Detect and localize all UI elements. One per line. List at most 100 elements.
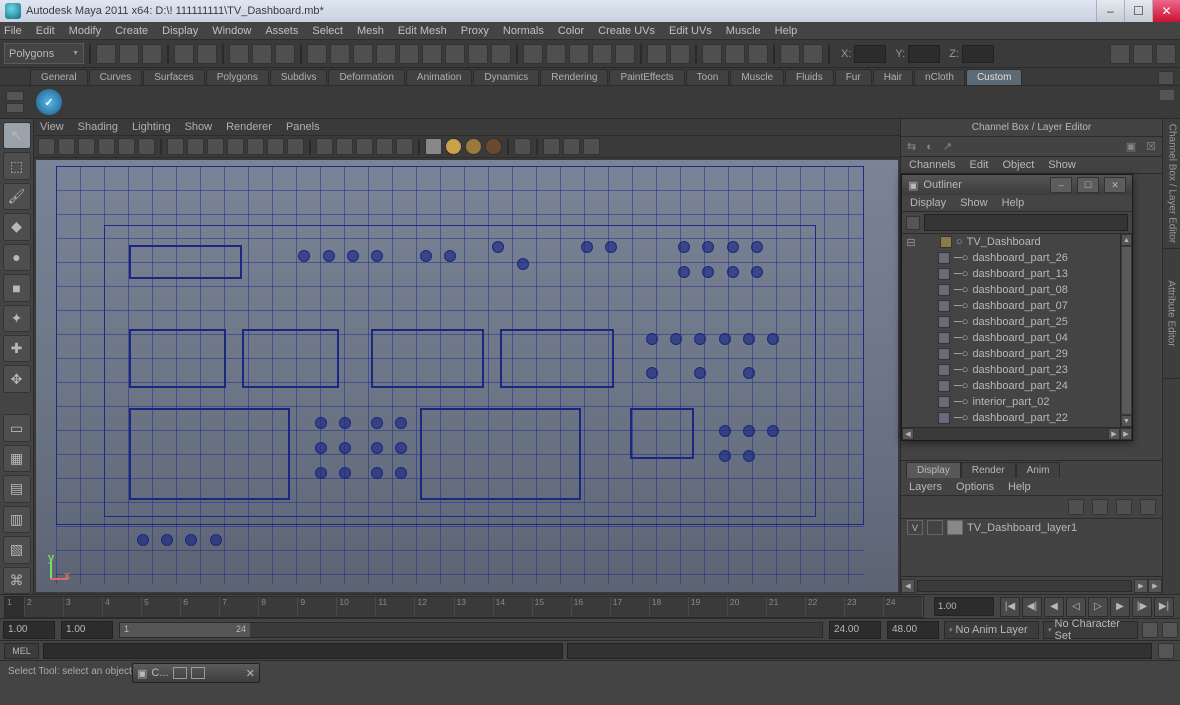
layout-outliner-icon[interactable]: [1110, 44, 1130, 64]
snap-plane-icon[interactable]: [592, 44, 612, 64]
shelf-tab-fur[interactable]: Fur: [835, 69, 872, 85]
play-start-field[interactable]: 1.00: [61, 621, 113, 639]
select-tool-icon[interactable]: ↖: [3, 122, 31, 149]
viewport-3d[interactable]: y x: [36, 160, 898, 592]
outliner-item[interactable]: ─○dashboard_part_13: [902, 266, 1132, 282]
scroll-track[interactable]: [914, 428, 1108, 440]
render-settings-icon[interactable]: [748, 44, 768, 64]
cb-close-icon[interactable]: ☒: [1146, 140, 1156, 153]
history-off-icon[interactable]: [670, 44, 690, 64]
shelf-trash-icon[interactable]: [1158, 71, 1174, 85]
play-back-button[interactable]: ◁: [1066, 597, 1086, 617]
layer-color-swatch[interactable]: [947, 520, 963, 535]
mask-handle-icon[interactable]: [307, 44, 327, 64]
view-safe-action-icon[interactable]: [267, 138, 284, 155]
mask-dynamic-icon[interactable]: [422, 44, 442, 64]
outliner-item[interactable]: ─○dashboard_part_26: [902, 250, 1132, 266]
outliner-item[interactable]: ─○dashboard_part_24: [902, 378, 1132, 394]
range-slider[interactable]: 1 24: [119, 622, 823, 638]
sel-hierarchy-icon[interactable]: [229, 44, 249, 64]
render-frame-icon[interactable]: [702, 44, 722, 64]
menu-normals[interactable]: Normals: [503, 25, 544, 37]
anim-prefs-icon[interactable]: [1162, 622, 1178, 638]
cb-menu-channels[interactable]: Channels: [909, 159, 955, 171]
layer-scroll-right-icon[interactable]: ▶: [1148, 579, 1162, 593]
move-tool-icon[interactable]: ◆: [3, 213, 31, 240]
layer-item[interactable]: V TV_Dashboard_layer1: [901, 518, 1162, 536]
shelf-tab-deformation[interactable]: Deformation: [328, 69, 404, 85]
outliner-item[interactable]: ─○dashboard_part_08: [902, 282, 1132, 298]
menu-create[interactable]: Create: [115, 25, 148, 37]
outliner-search-input[interactable]: [924, 214, 1128, 231]
scroll-down-icon[interactable]: ▼: [1121, 415, 1132, 427]
outliner-item[interactable]: ─○dashboard_part_07: [902, 298, 1132, 314]
layer-menu-layers[interactable]: Layers: [909, 481, 942, 493]
show-manip-tool-icon[interactable]: ✥: [3, 365, 31, 392]
play-total-field[interactable]: 48.00: [887, 621, 939, 639]
layout-four-icon[interactable]: [1156, 44, 1176, 64]
cb-arrange-icon[interactable]: ⇆: [907, 140, 916, 153]
shelf-toggle[interactable]: [6, 91, 28, 113]
ipr-render-icon[interactable]: [725, 44, 745, 64]
outliner-titlebar[interactable]: ▣ Outliner – ☐ ✕: [902, 175, 1132, 195]
shelf-tab-muscle[interactable]: Muscle: [730, 69, 784, 85]
x-input[interactable]: [854, 45, 886, 63]
menu-createuvs[interactable]: Create UVs: [598, 25, 655, 37]
command-type-dropdown[interactable]: MEL: [4, 643, 39, 659]
side-tab-attribute-editor[interactable]: Attribute Editor: [1163, 249, 1180, 379]
shelf-tab-pfx[interactable]: PaintEffects: [609, 69, 684, 85]
view-all-lights-icon[interactable]: [445, 138, 462, 155]
side-tab-channelbox[interactable]: Channel Box / Layer Editor: [1163, 119, 1180, 249]
view-menu-show[interactable]: Show: [185, 121, 213, 133]
layer-new-icon[interactable]: [1068, 499, 1084, 515]
tree-collapse-icon[interactable]: ⊟: [906, 236, 916, 249]
menu-editmesh[interactable]: Edit Mesh: [398, 25, 447, 37]
save-scene-icon[interactable]: [142, 44, 162, 64]
scroll-up-icon[interactable]: ▲: [1121, 234, 1132, 246]
layer-scroll-left-icon[interactable]: ◀: [901, 579, 915, 593]
scroll-left-icon[interactable]: ◀: [902, 428, 914, 440]
sel-object-icon[interactable]: [252, 44, 272, 64]
shelf-tab-polygons[interactable]: Polygons: [206, 69, 269, 85]
time-slider-track[interactable]: 1 2 3 4 5 6 7 8 9 10 11 12 13 14 15 16 1…: [4, 596, 924, 618]
shelf-tab-fluids[interactable]: Fluids: [785, 69, 834, 85]
snap-grid-icon[interactable]: [523, 44, 543, 64]
menu-window[interactable]: Window: [212, 25, 251, 37]
y-input[interactable]: [908, 45, 940, 63]
lasso-tool-icon[interactable]: ⬚: [3, 152, 31, 179]
view-depth-icon[interactable]: [583, 138, 600, 155]
taskbar-maximize-icon[interactable]: [191, 667, 205, 679]
snap-live-icon[interactable]: [615, 44, 635, 64]
anim-layer-dropdown[interactable]: No Anim Layer: [944, 621, 1039, 639]
shelf-tab-rendering[interactable]: Rendering: [540, 69, 608, 85]
taskbar-minimize-icon[interactable]: [173, 667, 187, 679]
layer-hscrollbar[interactable]: [917, 580, 1132, 592]
view-flat-light-icon[interactable]: [485, 138, 502, 155]
view-default-light-icon[interactable]: [425, 138, 442, 155]
outliner-filter-icon[interactable]: [906, 216, 920, 230]
view-xray-icon[interactable]: [543, 138, 560, 155]
outliner-root-row[interactable]: ⊟ ○ TV_Dashboard: [902, 234, 1132, 250]
step-forward-key-button[interactable]: |▶: [1132, 597, 1152, 617]
shelf-tab-toon[interactable]: Toon: [686, 69, 730, 85]
snap-point-icon[interactable]: [569, 44, 589, 64]
outliner-minimize-button[interactable]: –: [1050, 177, 1072, 193]
window-minimize-button[interactable]: –: [1096, 0, 1124, 22]
layer-menu-help[interactable]: Help: [1008, 481, 1031, 493]
view-gate-mask-icon[interactable]: [227, 138, 244, 155]
snap-curve-icon[interactable]: [546, 44, 566, 64]
outliner-menu-help[interactable]: Help: [1002, 197, 1025, 209]
outliner-item[interactable]: ─○dashboard_part_04: [902, 330, 1132, 346]
layer-scroll-right-icon[interactable]: ▶: [1134, 579, 1148, 593]
layer-tab-render[interactable]: Render: [961, 462, 1016, 478]
mask-curve-icon[interactable]: [353, 44, 373, 64]
view-smooth-shade-icon[interactable]: [336, 138, 353, 155]
new-scene-icon[interactable]: [96, 44, 116, 64]
outliner-menu-show[interactable]: Show: [960, 197, 988, 209]
view-image-plane-icon[interactable]: [98, 138, 115, 155]
cb-menu-show[interactable]: Show: [1048, 159, 1076, 171]
view-grease-icon[interactable]: [138, 138, 155, 155]
redo-icon[interactable]: [197, 44, 217, 64]
cb-collapse-icon[interactable]: ▣: [1126, 140, 1136, 153]
scroll-thumb[interactable]: [1122, 247, 1131, 414]
